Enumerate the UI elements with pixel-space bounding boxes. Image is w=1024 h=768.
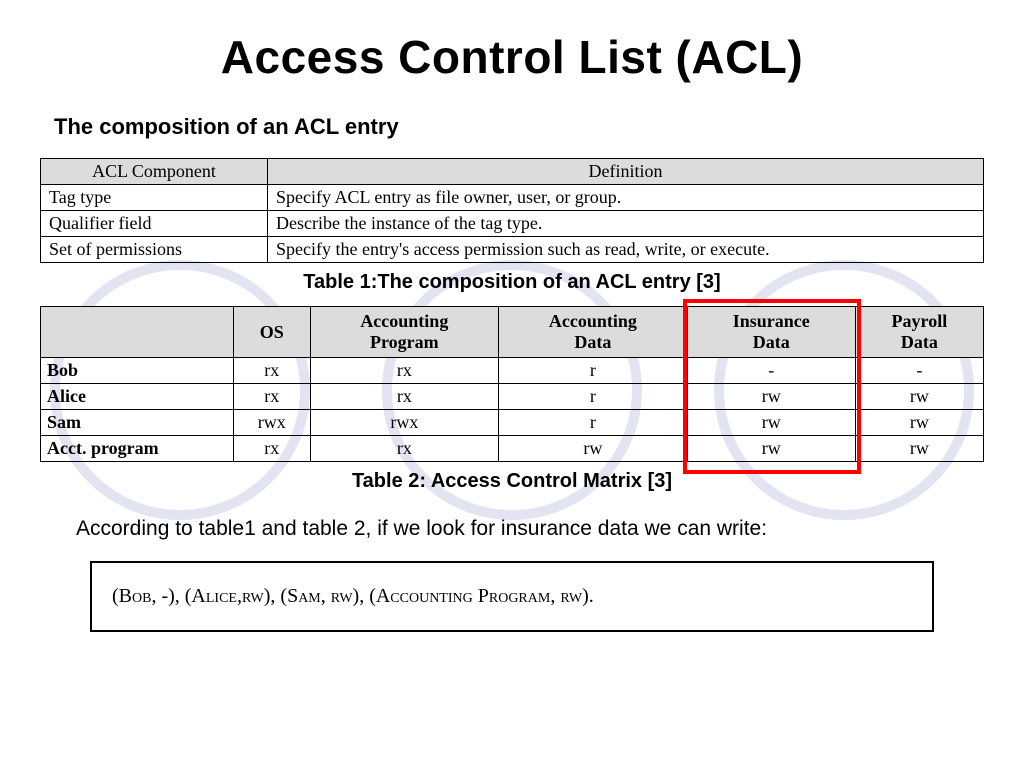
matrix-cell: rwx [310, 410, 499, 436]
matrix-cell: rw [855, 384, 983, 410]
matrix-cell: rw [499, 436, 688, 462]
subheading: The composition of an ACL entry [54, 114, 984, 140]
matrix-header [41, 307, 234, 358]
matrix-rowhead: Sam [41, 410, 234, 436]
table-row: Alicerxrxrrwrw [41, 384, 984, 410]
definition-component-cell: Qualifier field [41, 211, 268, 237]
matrix-rowhead: Bob [41, 358, 234, 384]
definition-component-cell: Tag type [41, 185, 268, 211]
definition-table-header: Definition [268, 159, 984, 185]
matrix-cell: rw [687, 436, 855, 462]
slide-title: Access Control List (ACL) [40, 30, 984, 84]
matrix-header: OS [234, 307, 311, 358]
matrix-cell: rw [855, 436, 983, 462]
table-row: Acct. programrxrxrwrwrw [41, 436, 984, 462]
definition-text-cell: Specify the entry's access permission su… [268, 237, 984, 263]
table1-caption: Table 1:The composition of an ACL entry … [40, 271, 984, 294]
matrix-cell: rwx [234, 410, 311, 436]
body-text: According to table1 and table 2, if we l… [76, 517, 954, 541]
matrix-cell: rx [234, 436, 311, 462]
definition-table: ACL ComponentDefinition Tag typeSpecify … [40, 158, 984, 263]
matrix-cell: rx [234, 384, 311, 410]
matrix-header: AccountingProgram [310, 307, 499, 358]
matrix-cell: - [687, 358, 855, 384]
matrix-table-wrap: OSAccountingProgramAccountingDataInsuran… [40, 306, 984, 462]
matrix-cell: rx [310, 358, 499, 384]
definition-component-cell: Set of permissions [41, 237, 268, 263]
matrix-cell: rx [310, 384, 499, 410]
table-row: Qualifier fieldDescribe the instance of … [41, 211, 984, 237]
definition-text-cell: Describe the instance of the tag type. [268, 211, 984, 237]
tuple-box: (Bob, -), (Alice,rw), (Sam, rw), (Accoun… [90, 561, 934, 632]
table-row: Tag typeSpecify ACL entry as file owner,… [41, 185, 984, 211]
definition-text-cell: Specify ACL entry as file owner, user, o… [268, 185, 984, 211]
matrix-cell: r [499, 358, 688, 384]
matrix-table: OSAccountingProgramAccountingDataInsuran… [40, 306, 984, 462]
matrix-rowhead: Alice [41, 384, 234, 410]
matrix-cell: rw [687, 410, 855, 436]
matrix-cell: rx [234, 358, 311, 384]
matrix-cell: r [499, 384, 688, 410]
matrix-cell: r [499, 410, 688, 436]
table-row: Bobrxrxr-- [41, 358, 984, 384]
matrix-cell: rw [855, 410, 983, 436]
matrix-cell: - [855, 358, 983, 384]
matrix-header: PayrollData [855, 307, 983, 358]
matrix-header: InsuranceData [687, 307, 855, 358]
matrix-cell: rw [687, 384, 855, 410]
matrix-header: AccountingData [499, 307, 688, 358]
definition-table-header: ACL Component [41, 159, 268, 185]
table2-caption: Table 2: Access Control Matrix [3] [40, 470, 984, 493]
table-row: Set of permissionsSpecify the entry's ac… [41, 237, 984, 263]
matrix-cell: rx [310, 436, 499, 462]
matrix-rowhead: Acct. program [41, 436, 234, 462]
table-row: Samrwxrwxrrwrw [41, 410, 984, 436]
